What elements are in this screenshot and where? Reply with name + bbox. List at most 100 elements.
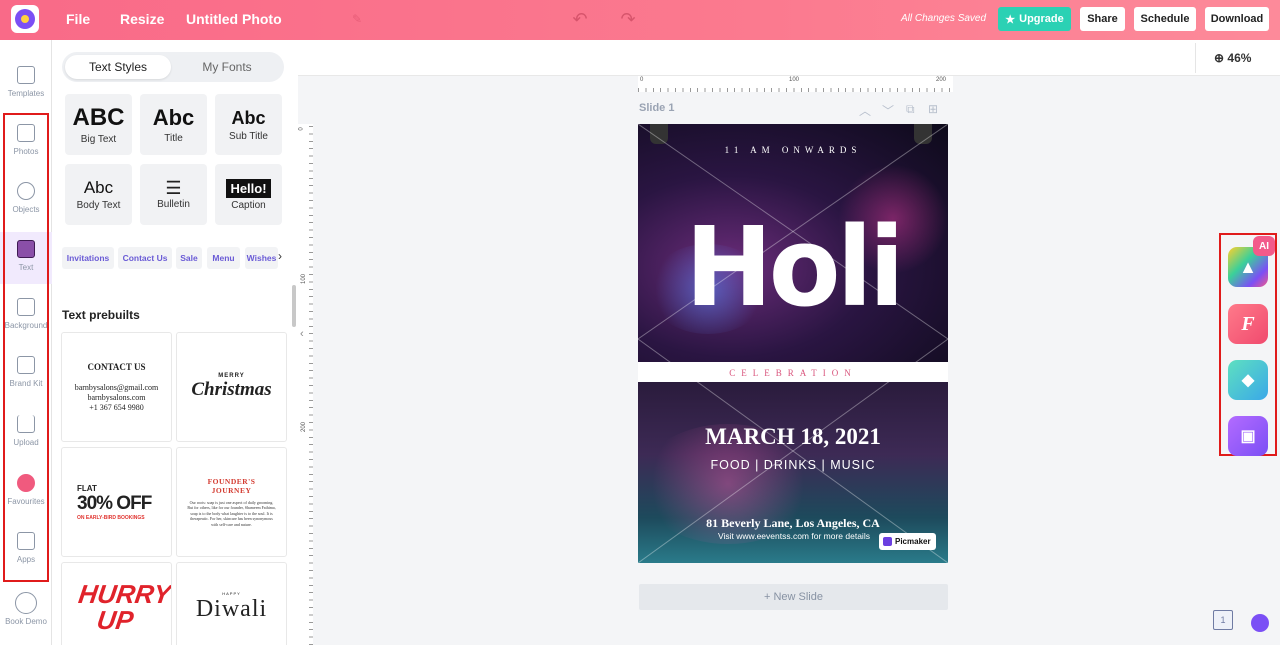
font-tool-button[interactable]: F bbox=[1228, 304, 1268, 344]
share-button[interactable]: Share bbox=[1080, 7, 1125, 31]
ai-badge: AI bbox=[1253, 236, 1275, 256]
resize-menu[interactable]: Resize bbox=[120, 11, 164, 27]
sidebar-item-book-demo[interactable]: Book Demo bbox=[0, 588, 52, 640]
redo-icon[interactable]: ↷ bbox=[617, 10, 639, 28]
tab-my-fonts[interactable]: My Fonts bbox=[174, 55, 280, 79]
chevron-right-icon[interactable]: › bbox=[278, 249, 282, 263]
chat-support-icon[interactable] bbox=[1251, 614, 1269, 632]
sidebar-item-favourites[interactable]: Favourites bbox=[0, 470, 52, 522]
sidebar-item-apps[interactable]: Apps bbox=[0, 528, 52, 580]
brand-kit-icon bbox=[17, 356, 35, 374]
style-title[interactable]: Abc Title bbox=[140, 94, 207, 155]
sidebar-item-templates[interactable]: Templates bbox=[0, 62, 52, 114]
poster-details[interactable]: FOOD | DRINKS | MUSIC bbox=[638, 458, 948, 472]
style-label: Bulletin bbox=[157, 199, 190, 210]
ruler-vertical bbox=[297, 124, 313, 645]
style-big-text[interactable]: ABC Big Text bbox=[65, 94, 132, 155]
new-slide-button[interactable]: + New Slide bbox=[639, 584, 948, 610]
prebuilt-title: FLAT bbox=[77, 483, 97, 493]
move-down-icon[interactable]: ﹀ bbox=[882, 102, 894, 119]
poster-slide[interactable]: 11 AM ONWARDS Holi CELEBRATION MARCH 18,… bbox=[638, 124, 948, 563]
phone-icon bbox=[15, 592, 37, 614]
page-counter[interactable]: 1 bbox=[1213, 610, 1233, 630]
mountain-icon: ▲ bbox=[1239, 256, 1257, 277]
prebuilt-sale[interactable]: FLAT 30% OFF ON EARLY-BIRD BOOKINGS bbox=[61, 447, 172, 557]
poster-visit[interactable]: Visit www.eeventss.com for more details bbox=[718, 531, 870, 541]
poster-address[interactable]: 81 Beverly Lane, Los Angeles, CA bbox=[638, 516, 948, 531]
poster-date[interactable]: MARCH 18, 2021 bbox=[638, 424, 948, 450]
sidebar-label: Background bbox=[4, 321, 48, 330]
app-logo[interactable] bbox=[11, 5, 39, 33]
edit-title-pencil-icon[interactable]: ✎ bbox=[352, 12, 362, 26]
prebuilt-diwali[interactable]: HAPPY Diwali bbox=[176, 562, 287, 645]
style-label: Title bbox=[164, 133, 183, 144]
upgrade-button[interactable]: ★ Upgrade bbox=[998, 7, 1071, 31]
poster-headline[interactable]: Holi bbox=[646, 182, 941, 352]
slide-title: Slide 1 bbox=[639, 102, 675, 114]
style-sample: Abc bbox=[231, 107, 266, 128]
download-button[interactable]: Download bbox=[1205, 7, 1269, 31]
badge-text: Picmaker bbox=[895, 537, 931, 546]
duplicate-icon[interactable]: ⧉ bbox=[906, 102, 915, 117]
sidebar-label: Favourites bbox=[7, 497, 45, 506]
sidebar-item-upload[interactable]: Upload bbox=[0, 411, 52, 463]
save-status: All Changes Saved bbox=[901, 13, 987, 24]
chip-sale[interactable]: Sale bbox=[176, 247, 202, 269]
zoom-divider bbox=[1195, 43, 1196, 73]
style-caption[interactable]: Hello! Caption bbox=[215, 164, 282, 225]
prebuilt-title: FOUNDER'S JOURNEY bbox=[207, 476, 256, 495]
poster-subtitle[interactable]: CELEBRATION bbox=[638, 368, 948, 378]
sidebar-label: Templates bbox=[7, 89, 45, 98]
style-sample: Hello! bbox=[226, 178, 271, 198]
prebuilt-contact-us[interactable]: CONTACT US barnbysalons@gmail.com barnby… bbox=[61, 332, 172, 442]
collapse-panel-icon[interactable]: ‹ bbox=[300, 328, 304, 340]
lamp-right bbox=[914, 124, 932, 144]
apps-grid-icon bbox=[17, 532, 35, 550]
undo-icon[interactable]: ↶ bbox=[569, 10, 591, 28]
schedule-button[interactable]: Schedule bbox=[1134, 7, 1196, 31]
sidebar-item-brand-kit[interactable]: Brand Kit bbox=[0, 352, 52, 404]
panel-scrollbar[interactable] bbox=[292, 285, 296, 327]
chip-contact-us[interactable]: Contact Us bbox=[118, 247, 172, 269]
style-sub-title[interactable]: Abc Sub Title bbox=[215, 94, 282, 155]
chip-menu[interactable]: Menu bbox=[207, 247, 240, 269]
sidebar-item-objects[interactable]: Objects bbox=[0, 178, 52, 230]
style-label: Caption bbox=[231, 199, 266, 211]
sidebar-item-text[interactable]: Text bbox=[0, 232, 52, 284]
paint-bucket-icon: ◆ bbox=[1241, 372, 1255, 389]
text-icon bbox=[17, 240, 35, 258]
style-bulletin[interactable]: ☰ Bulletin bbox=[140, 164, 207, 225]
prebuilt-title: CONTACT US bbox=[87, 361, 146, 372]
picmaker-badge[interactable]: Picmaker bbox=[879, 533, 936, 550]
add-slide-icon[interactable]: ⊞ bbox=[928, 102, 938, 116]
left-sidebar: Templates Photos Objects Text Background… bbox=[0, 40, 52, 645]
picmaker-logo-icon bbox=[883, 537, 892, 546]
sidebar-label: Text bbox=[18, 263, 34, 272]
prebuilt-body: Our roots: soap is just one aspect of da… bbox=[187, 499, 276, 527]
prebuilt-main: HURRY UP bbox=[76, 579, 172, 635]
document-title[interactable]: Untitled Photo bbox=[186, 11, 282, 27]
prebuilt-christmas[interactable]: MERRY Christmas bbox=[176, 332, 287, 442]
prebuilt-founders-journey[interactable]: FOUNDER'S JOURNEY Our roots: soap is jus… bbox=[176, 447, 287, 557]
chip-invitations[interactable]: Invitations bbox=[62, 247, 114, 269]
style-body-text[interactable]: Abc Body Text bbox=[65, 164, 132, 225]
prebuilt-line: barnbysalons@gmail.com bbox=[74, 382, 159, 392]
ruler-label: 200 bbox=[301, 421, 308, 433]
sidebar-label: Brand Kit bbox=[9, 379, 43, 388]
move-up-icon[interactable]: ︿ bbox=[859, 102, 871, 119]
prebuilt-sub: ON EARLY-BIRD BOOKINGS bbox=[77, 514, 145, 521]
file-menu[interactable]: File bbox=[66, 11, 90, 27]
fill-tool-button[interactable]: ◆ bbox=[1228, 360, 1268, 400]
font-f-icon: F bbox=[1241, 312, 1255, 335]
sidebar-item-background[interactable]: Background bbox=[0, 294, 52, 346]
chip-wishes[interactable]: Wishes bbox=[245, 247, 278, 269]
ruler-label: 100 bbox=[301, 273, 308, 285]
poster-tagline[interactable]: 11 AM ONWARDS bbox=[638, 145, 948, 155]
zoom-control[interactable]: ⊕ 46% bbox=[1214, 51, 1251, 65]
prebuilt-hurry-up[interactable]: HURRY UP bbox=[61, 562, 172, 645]
tab-text-styles[interactable]: Text Styles bbox=[65, 55, 171, 79]
image-search-tool-button[interactable]: ▣ bbox=[1228, 416, 1268, 456]
style-label: Big Text bbox=[80, 134, 117, 145]
sidebar-item-photos[interactable]: Photos bbox=[0, 120, 52, 172]
prebuilt-main: Christmas bbox=[191, 379, 272, 400]
